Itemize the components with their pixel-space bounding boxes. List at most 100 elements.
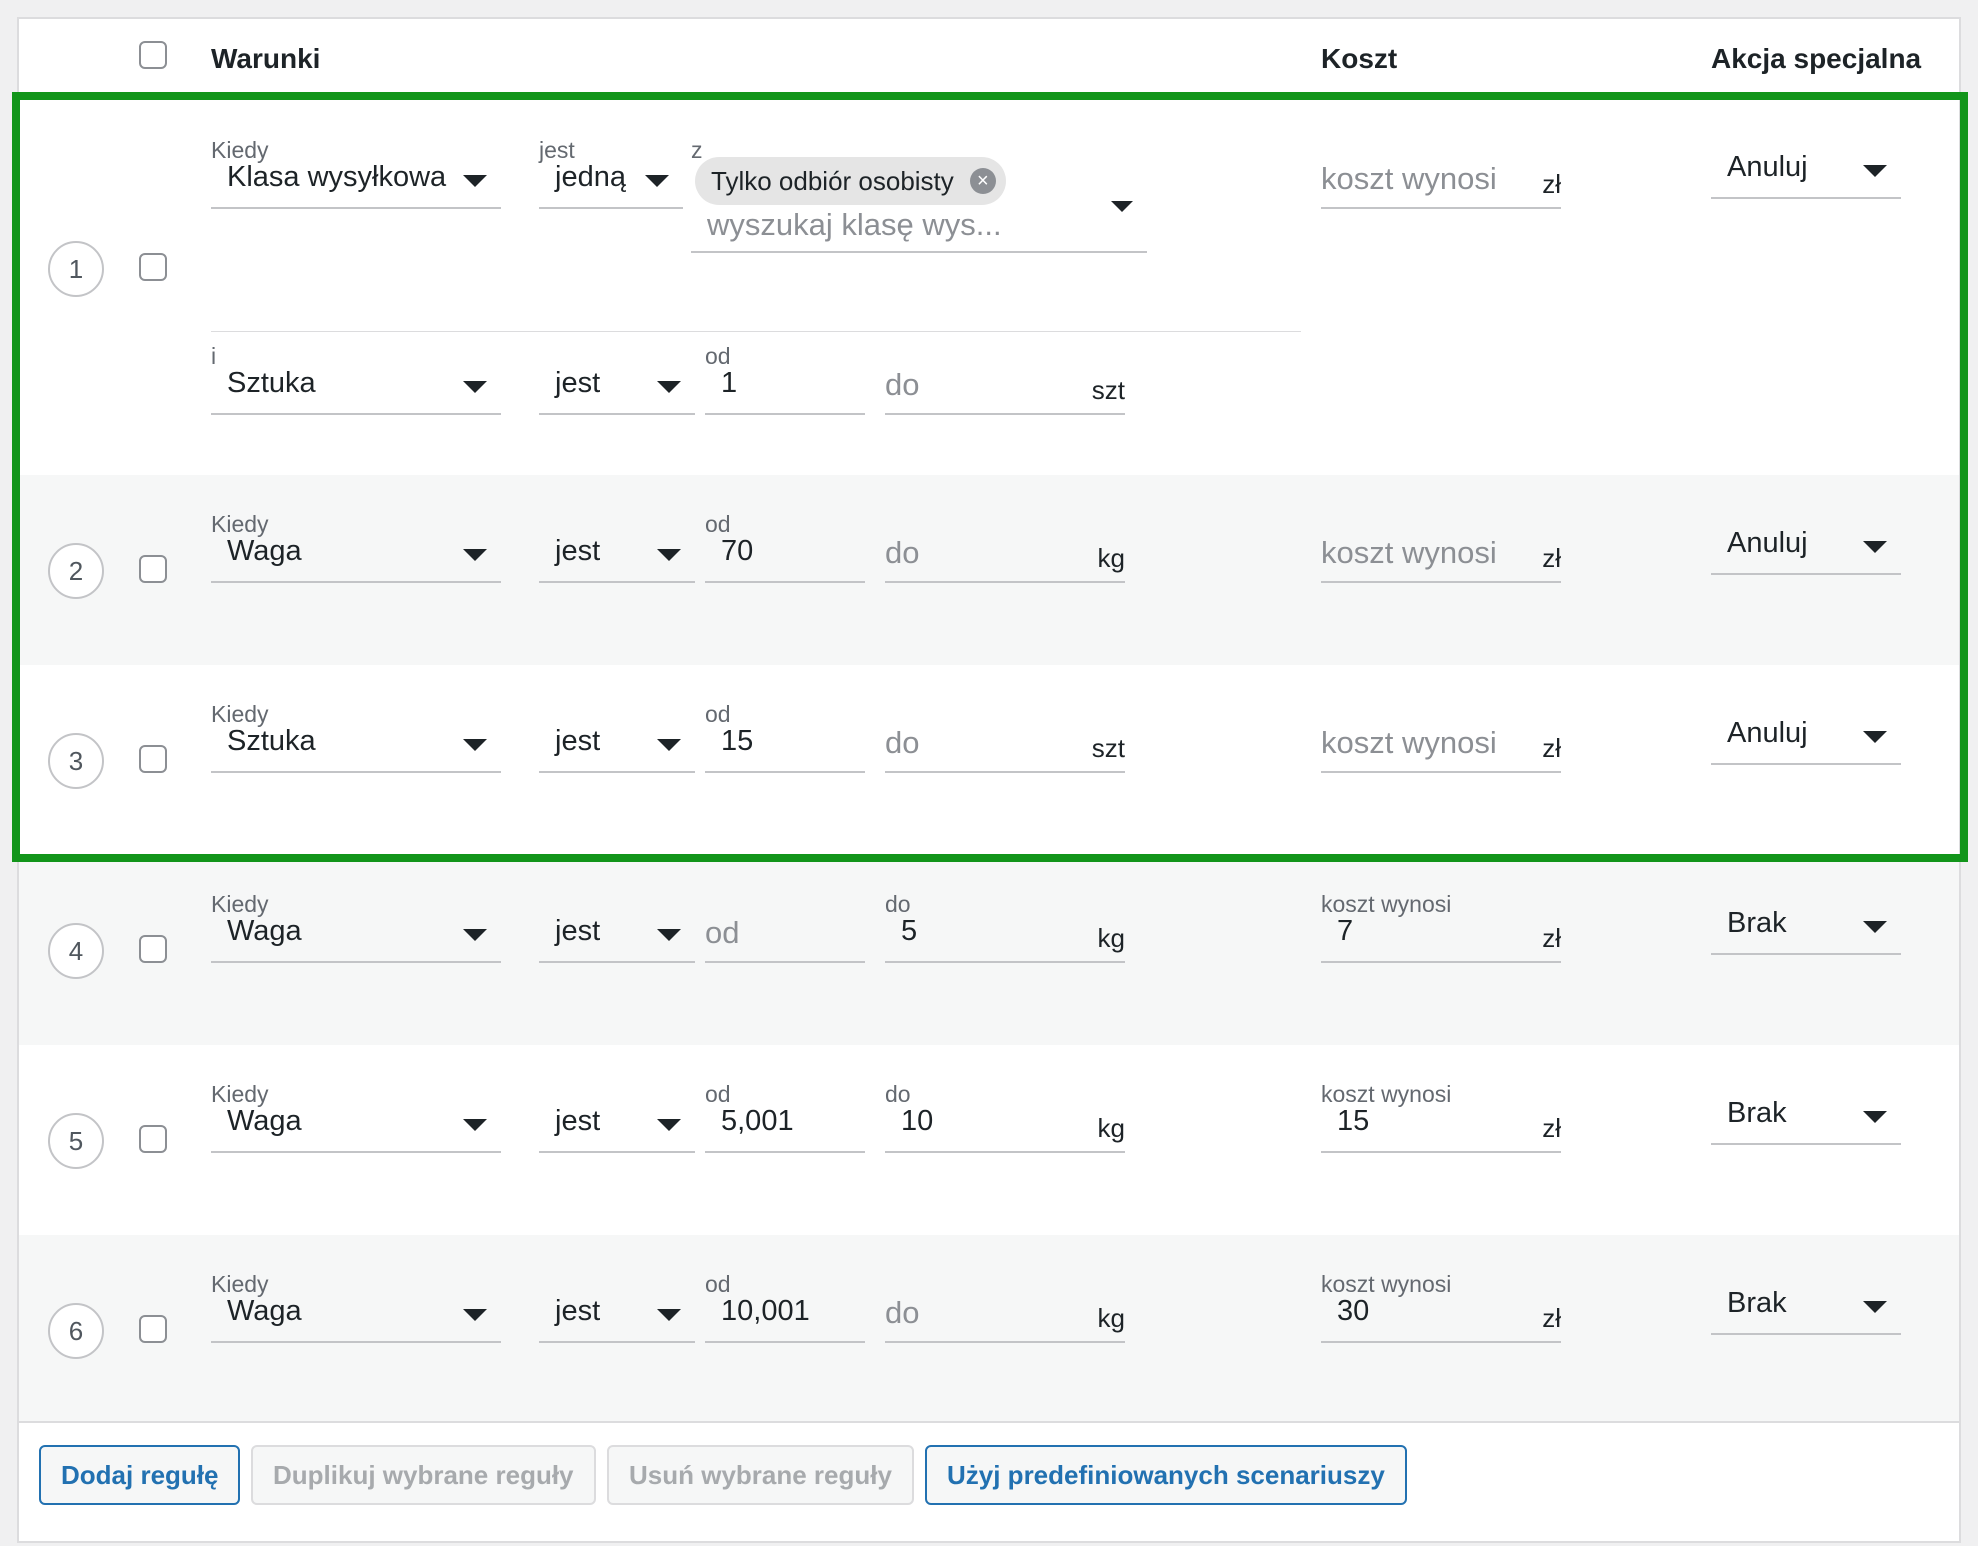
row-number: 3 [48,733,104,789]
chevron-down-icon [1863,1111,1887,1123]
unit-label: szt [1091,375,1125,405]
action-select[interactable]: Anuluj [1711,139,1901,199]
row-checkbox[interactable] [139,935,167,963]
duplicate-rules-button[interactable]: Duplikuj wybrane reguły [251,1445,596,1505]
chevron-down-icon [1863,731,1887,743]
to-placeholder: do [885,1295,920,1330]
from-value: 5,001 [721,1105,794,1137]
to-placeholder: do [885,367,920,402]
cost-input[interactable]: koszt wynosi zł [1321,523,1561,583]
from-input[interactable]: 70 [705,523,865,583]
from-input[interactable]: 1 [705,355,865,415]
rules-panel: Warunki Koszt Akcja specjalna 1 Kiedy je… [17,17,1961,1543]
row-checkbox[interactable] [139,1315,167,1343]
operator-select[interactable]: jest [539,713,695,773]
row-checkbox[interactable] [139,1125,167,1153]
operator-select[interactable]: jest [539,1093,695,1153]
chevron-down-icon [657,1309,681,1321]
condition-value: Sztuka [227,367,316,399]
cost-input[interactable]: koszt wynosi zł [1321,149,1561,209]
condition-select[interactable]: Waga [211,1283,501,1343]
unit-label: kg [1097,1113,1125,1143]
add-rule-button[interactable]: Dodaj regułę [39,1445,241,1505]
chevron-down-icon [463,739,487,751]
from-input[interactable]: od [705,903,865,963]
close-icon[interactable]: × [969,168,996,194]
select-all-checkbox[interactable] [139,41,167,69]
operator-select[interactable]: jedną [539,149,683,209]
cost-value: 15 [1337,1105,1370,1137]
from-input[interactable]: 15 [705,713,865,773]
to-placeholder: do [885,535,920,570]
chevron-down-icon [645,175,669,187]
condition-select[interactable]: Klasa wysyłkowa [211,149,501,209]
row-checkbox[interactable] [139,253,167,281]
table-footer: Dodaj regułę Duplikuj wybrane reguły Usu… [19,1421,1959,1541]
from-input[interactable]: 5,001 [705,1093,865,1153]
predefined-scenarios-button[interactable]: Użyj predefiniowanych scenariuszy [925,1445,1407,1505]
to-input[interactable]: do kg [885,523,1125,583]
row-number: 6 [48,1303,104,1359]
row-checkbox[interactable] [139,745,167,773]
currency-unit: zł [1542,1113,1561,1143]
unit-label: kg [1097,923,1125,953]
condition-select[interactable]: Sztuka [211,713,501,773]
cost-input[interactable]: 7 zł [1321,903,1561,963]
table-header: Warunki Koszt Akcja specjalna [19,19,1959,98]
condition-select[interactable]: Waga [211,903,501,963]
from-placeholder: od [705,915,740,950]
currency-unit: zł [1542,169,1561,199]
action-select[interactable]: Anuluj [1711,515,1901,575]
rule-row-4: 4 Kiedy do koszt wynosi Waga jest od 5 k… [19,855,1959,1045]
condition-select[interactable]: Waga [211,523,501,583]
rule-row-3: 3 Kiedy od Sztuka jest 15 do szt koszt w… [19,665,1959,855]
cost-input[interactable]: koszt wynosi zł [1321,713,1561,773]
action-select[interactable]: Anuluj [1711,705,1901,765]
row-number: 2 [48,543,104,599]
chevron-down-icon [463,1309,487,1321]
action-select[interactable]: Brak [1711,1085,1901,1145]
unit-label: kg [1097,543,1125,573]
condition-value: Waga [227,915,302,947]
to-input[interactable]: 5 kg [885,903,1125,963]
to-input[interactable]: do szt [885,713,1125,773]
operator-select[interactable]: jest [539,523,695,583]
chevron-down-icon [463,1119,487,1131]
chevron-down-icon [657,739,681,751]
operator-select[interactable]: jest [539,1283,695,1343]
condition-select[interactable]: Waga [211,1093,501,1153]
header-conditions: Warunki [211,43,321,74]
chevron-down-icon [1863,1301,1887,1313]
row-checkbox[interactable] [139,555,167,583]
operator-select[interactable]: jest [539,355,695,415]
currency-unit: zł [1542,543,1561,573]
chip-label: Tylko odbiór osobisty [711,166,954,196]
cost-input[interactable]: 15 zł [1321,1093,1561,1153]
action-value: Anuluj [1727,151,1808,183]
delete-rules-button[interactable]: Usuń wybrane reguły [607,1445,914,1505]
action-value: Anuluj [1727,527,1808,559]
cost-value: 7 [1337,915,1354,947]
to-input[interactable]: do kg [885,1283,1125,1343]
condition-value: Waga [227,535,302,567]
condition-value: Waga [227,1295,302,1327]
condition-select[interactable]: Sztuka [211,355,501,415]
from-value: 15 [721,725,754,757]
action-select[interactable]: Brak [1711,895,1901,955]
shipping-class-multiselect[interactable]: Tylko odbiór osobisty × wyszukaj klasę w… [691,157,1147,253]
cost-value: 30 [1337,1295,1370,1327]
cost-input[interactable]: 30 zł [1321,1283,1561,1343]
chevron-down-icon [1863,541,1887,553]
from-input[interactable]: 10,001 [705,1283,865,1343]
to-input[interactable]: 10 kg [885,1093,1125,1153]
chevron-down-icon [1863,165,1887,177]
operator-select[interactable]: jest [539,903,695,963]
to-input[interactable]: do szt [885,355,1125,415]
action-value: Brak [1727,1097,1787,1129]
currency-unit: zł [1542,923,1561,953]
condition-value: Waga [227,1105,302,1137]
chevron-down-icon [657,929,681,941]
action-select[interactable]: Brak [1711,1275,1901,1335]
chevron-down-icon [657,549,681,561]
shipping-class-search-input[interactable]: wyszukaj klasę wys... [707,207,1002,243]
